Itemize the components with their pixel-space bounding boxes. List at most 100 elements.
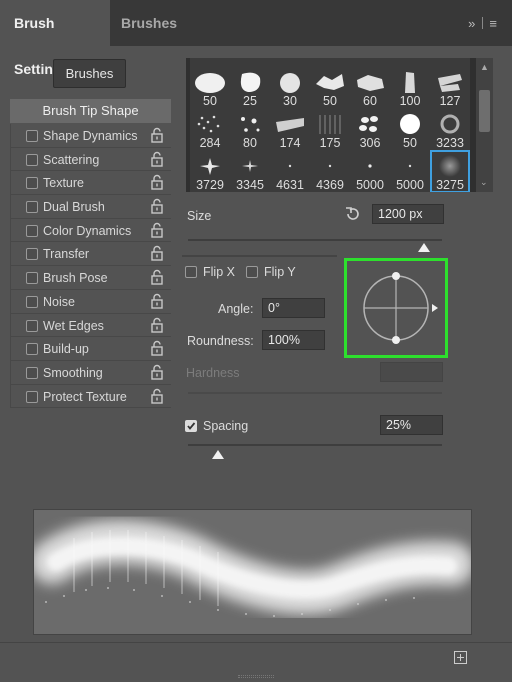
brush-preset[interactable]: 80 — [230, 108, 270, 151]
brush-size-label: 30 — [283, 94, 297, 108]
brush-preset[interactable]: 3345 — [230, 150, 270, 192]
option-build-up[interactable]: Build-up — [10, 337, 171, 361]
brush-preset[interactable]: 3729 — [190, 150, 230, 192]
flip-x-checkbox[interactable] — [185, 266, 197, 278]
double-chevron-right-icon[interactable]: » — [468, 16, 476, 31]
option-label: Protect Texture — [43, 389, 127, 404]
brush-size-label: 306 — [359, 136, 381, 150]
color-dynamics-checkbox[interactable] — [26, 224, 38, 237]
create-new-brush-icon[interactable] — [454, 651, 467, 664]
hamburger-icon[interactable]: ≡ — [489, 16, 498, 31]
tab-brushes[interactable]: Brushes — [110, 0, 180, 46]
brush-preset[interactable]: 50 — [390, 108, 430, 151]
option-smoothing[interactable]: Smoothing — [10, 360, 171, 385]
option-wet-edges[interactable]: Wet Edges — [10, 313, 171, 338]
roundness-label: Roundness: — [187, 334, 254, 348]
lock-icon[interactable] — [150, 222, 164, 238]
lock-icon[interactable] — [150, 340, 164, 356]
size-slider-track[interactable] — [188, 239, 442, 241]
option-label: Shape Dynamics — [43, 129, 138, 143]
hardness-slider-track — [188, 392, 442, 394]
brush-thumbnail — [314, 70, 346, 95]
shape-dynamics-checkbox[interactable] — [26, 130, 38, 142]
smoothing-checkbox[interactable] — [26, 366, 38, 379]
flip-y-checkbox[interactable] — [246, 266, 258, 278]
angle-roundness-preview[interactable] — [344, 258, 448, 358]
build-up-checkbox[interactable] — [26, 343, 38, 356]
spacing-checkbox[interactable] — [185, 420, 197, 432]
roundness-field[interactable]: 100% — [262, 330, 325, 350]
angle-field[interactable]: 0° — [262, 298, 325, 318]
spacing-field[interactable]: 25% — [380, 415, 443, 435]
noise-checkbox[interactable] — [26, 295, 38, 308]
brush-thumbnail — [354, 70, 386, 95]
transfer-checkbox[interactable] — [26, 248, 38, 261]
brush-thumbnail — [274, 70, 306, 95]
chevron-down-icon[interactable]: ⌄ — [480, 177, 488, 188]
lock-icon[interactable] — [150, 364, 164, 380]
brush-size-label: 3233 — [436, 136, 464, 150]
scrollbar-thumb[interactable] — [479, 90, 490, 132]
brush-pose-checkbox[interactable] — [26, 272, 38, 285]
brush-grid-scrollbar[interactable]: ▲ ⌄ — [476, 58, 493, 192]
lock-icon[interactable] — [150, 198, 164, 214]
reset-size-icon[interactable] — [344, 205, 362, 223]
brush-tip-shape-item[interactable]: Brush Tip Shape — [10, 99, 171, 123]
lock-icon[interactable] — [150, 245, 164, 262]
brush-preset[interactable]: 4369 — [310, 150, 350, 192]
spacing-slider-track[interactable] — [188, 444, 442, 446]
option-scattering[interactable]: Scattering — [10, 147, 171, 172]
option-brush-pose[interactable]: Brush Pose — [10, 266, 171, 290]
lock-icon[interactable] — [150, 269, 164, 285]
lock-icon[interactable] — [150, 174, 164, 191]
brush-preset[interactable]: 127 — [430, 66, 470, 109]
brush-size-label: 175 — [319, 136, 341, 150]
lock-icon[interactable] — [150, 317, 164, 333]
brush-preset[interactable]: 4631 — [270, 150, 310, 192]
scattering-checkbox[interactable] — [26, 153, 38, 166]
size-slider-thumb[interactable] — [418, 243, 431, 252]
resize-grip[interactable] — [238, 675, 274, 678]
brush-preset[interactable]: 3233 — [430, 108, 470, 151]
wet-edges-checkbox[interactable] — [26, 319, 38, 332]
brush-preset[interactable]: 50 — [310, 66, 350, 109]
size-field[interactable]: 1200 px — [372, 204, 444, 224]
brush-preset-selected[interactable]: 3275 — [430, 150, 470, 192]
option-transfer[interactable]: Transfer — [10, 242, 171, 267]
lock-icon[interactable] — [150, 151, 164, 167]
lock-icon[interactable] — [150, 127, 164, 143]
brush-preset[interactable]: 284 — [190, 108, 230, 151]
texture-checkbox[interactable] — [26, 177, 38, 190]
spacing-slider-thumb[interactable] — [212, 450, 225, 459]
brush-preset[interactable]: 5000 — [350, 150, 390, 192]
brush-thumbnail — [354, 154, 386, 179]
option-dual-brush[interactable]: Dual Brush — [10, 195, 171, 219]
chevron-up-icon[interactable]: ▲ — [480, 62, 489, 72]
brush-preset[interactable]: 174 — [270, 108, 310, 151]
brush-preset[interactable]: 100 — [390, 66, 430, 109]
brush-preset[interactable]: 60 — [350, 66, 390, 109]
brush-preset[interactable]: 5000 — [390, 150, 430, 192]
brush-thumbnail — [314, 112, 346, 137]
stroke-preview-image — [30, 519, 474, 617]
tab-brush-settings[interactable]: Brush Settings — [0, 0, 110, 77]
protect-texture-checkbox[interactable] — [26, 390, 38, 403]
option-protect-texture[interactable]: Protect Texture — [10, 384, 171, 409]
dual-brush-checkbox[interactable] — [26, 201, 38, 214]
option-shape-dynamics[interactable]: Shape Dynamics — [10, 124, 171, 148]
brushes-button[interactable]: Brushes — [53, 59, 126, 88]
brush-preset[interactable]: 50 — [190, 66, 230, 109]
brush-thumbnail — [274, 112, 306, 137]
brush-options-list: Shape Dynamics Scattering Texture Dual B… — [10, 124, 171, 409]
angle-dial-icon[interactable] — [347, 261, 445, 355]
brush-preset[interactable]: 306 — [350, 108, 390, 151]
brush-thumbnail — [234, 154, 266, 179]
brush-preset[interactable]: 30 — [270, 66, 310, 109]
brush-preset[interactable]: 175 — [310, 108, 350, 151]
lock-icon[interactable] — [150, 293, 164, 309]
option-texture[interactable]: Texture — [10, 171, 171, 196]
brush-preset[interactable]: 25 — [230, 66, 270, 109]
option-noise[interactable]: Noise — [10, 289, 171, 314]
option-color-dynamics[interactable]: Color Dynamics — [10, 218, 171, 243]
lock-icon[interactable] — [150, 388, 164, 404]
